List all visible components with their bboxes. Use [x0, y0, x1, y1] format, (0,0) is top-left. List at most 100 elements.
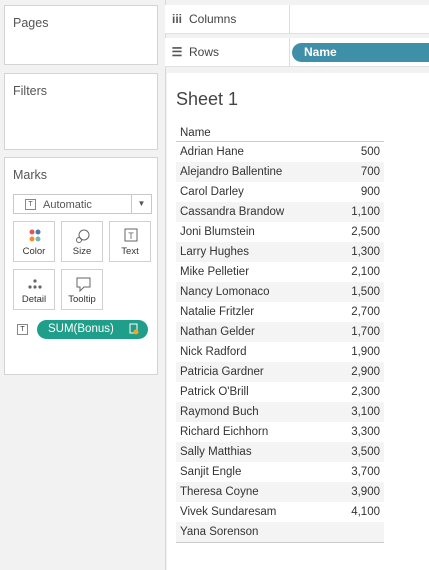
row-name: Mike Pelletier [180, 266, 250, 278]
columns-icon: iii [171, 12, 182, 26]
table-row[interactable]: Richard Eichhorn 3,300 [176, 422, 384, 442]
row-value: 700 [320, 162, 384, 182]
table-body: Adrian Hane 500 Alejandro Ballentine 700 Car… [176, 142, 384, 543]
rows-shelf-label: ☰ Rows [171, 38, 290, 66]
table-row[interactable]: Nathan Gelder 1,700 [176, 322, 384, 342]
table-row[interactable]: Cassandra Brandow 1,100 [176, 202, 384, 222]
table-row[interactable]: Adrian Hane 500 [176, 142, 384, 163]
text-button[interactable]: T Text [109, 221, 151, 262]
detail-label: Detail [21, 294, 47, 305]
table-row[interactable]: Theresa Coyne 3,900 [176, 482, 384, 502]
size-label: Size [72, 246, 92, 257]
rows-icon: ☰ [171, 45, 183, 59]
row-value: 2,900 [320, 362, 384, 382]
tooltip-label: Tooltip [68, 294, 96, 305]
rows-shelf[interactable]: ☰ Rows Name [165, 38, 429, 67]
table-row[interactable]: Joni Blumstein 2,500 [176, 222, 384, 242]
columns-shelf[interactable]: iii Columns [165, 5, 429, 34]
row-value: 1,700 [320, 322, 384, 342]
row-name: Larry Hughes [176, 242, 320, 262]
text-mark-icon: T [25, 199, 36, 210]
columns-shelf-label: iii Columns [171, 5, 290, 33]
row-name: Theresa Coyne [176, 482, 320, 502]
marks-card: Marks T Automatic ▼ Color Size T Text De… [4, 157, 158, 375]
row-name: Richard Eichhorn [180, 426, 269, 438]
row-value [320, 522, 384, 543]
row-value: 2,100 [351, 266, 380, 278]
marks-title: Marks [13, 168, 48, 182]
row-name: Raymond Buch [176, 402, 320, 422]
filters-title: Filters [13, 84, 48, 98]
color-icon [29, 229, 41, 242]
row-value: 3,700 [351, 466, 380, 478]
table-row[interactable]: Larry Hughes 1,300 [176, 242, 384, 262]
row-name: Patrick O'Brill [180, 386, 249, 398]
row-name: Sally Matthias [176, 442, 320, 462]
row-value: 3,300 [351, 426, 380, 438]
svg-text:T: T [128, 231, 134, 241]
table-row[interactable]: Mike Pelletier 2,100 [176, 262, 384, 282]
table-row[interactable]: Raymond Buch 3,100 [176, 402, 384, 422]
table-row[interactable]: Vivek Sundaresam 4,100 [176, 502, 384, 522]
row-name: Natalie Fritzler [180, 306, 255, 318]
size-icon [76, 229, 90, 243]
row-name: Nancy Lomonaco [176, 282, 320, 302]
sum-bonus-pill[interactable]: SUM(Bonus) [37, 320, 148, 339]
detail-button[interactable]: Detail [13, 269, 55, 310]
row-name: Nathan Gelder [176, 322, 320, 342]
row-name: Carol Darley [180, 186, 244, 198]
mark-type-label: Automatic [43, 199, 92, 211]
tooltip-icon [76, 277, 91, 292]
table-row[interactable]: Nancy Lomonaco 1,500 [176, 282, 384, 302]
sheet-title: Sheet 1 [176, 89, 239, 109]
name-pill-label: Name [304, 45, 337, 59]
row-value: 4,100 [351, 506, 380, 518]
row-name: Joni Blumstein [180, 226, 255, 238]
color-button[interactable]: Color [13, 221, 55, 262]
row-name: Sanjit Engle [180, 466, 242, 478]
row-value: 3,900 [320, 482, 384, 502]
text-label: Text [121, 246, 139, 257]
row-value: 3,100 [320, 402, 384, 422]
row-name: Patricia Gardner [176, 362, 320, 382]
pages-title: Pages [13, 16, 49, 30]
tooltip-button[interactable]: Tooltip [61, 269, 103, 310]
filters-card[interactable]: Filters [4, 73, 158, 150]
sum-bonus-label: SUM(Bonus) [48, 323, 114, 335]
worksheet-canvas: Sheet 1 Name Adrian Hane 500 Alejandro Bal… [167, 73, 429, 570]
text-table: Name Adrian Hane 500 Alejandro Ballentine 7… [176, 125, 384, 543]
mark-type-dropdown[interactable]: T Automatic ▼ [13, 194, 152, 214]
table-row[interactable]: Sanjit Engle 3,700 [176, 462, 384, 482]
table-row[interactable]: Alejandro Ballentine 700 [176, 162, 384, 182]
row-value: 900 [360, 186, 380, 198]
rows-label: Rows [189, 45, 220, 59]
row-name: Adrian Hane [180, 146, 244, 158]
table-row[interactable]: Natalie Fritzler 2,700 [176, 302, 384, 322]
table-row[interactable]: Yana Sorenson [176, 522, 384, 543]
row-value: 1,900 [351, 346, 380, 358]
text-encoding-icon: T [17, 324, 28, 335]
columns-label: Columns [189, 12, 237, 26]
table-row[interactable]: Carol Darley 900 [176, 182, 384, 202]
row-value: 1,100 [320, 202, 384, 222]
row-name: Nick Radford [180, 346, 247, 358]
table-row[interactable]: Sally Matthias 3,500 [176, 442, 384, 462]
warning-icon [129, 323, 139, 335]
text-icon: T [124, 228, 138, 242]
row-value: 2,700 [351, 306, 380, 318]
pages-card[interactable]: Pages [4, 5, 158, 65]
table-row[interactable]: Patricia Gardner 2,900 [176, 362, 384, 382]
table-row[interactable]: Nick Radford 1,900 [176, 342, 384, 362]
detail-icon [28, 279, 42, 289]
row-name: Vivek Sundaresam [180, 506, 277, 518]
size-button[interactable]: Size [61, 221, 103, 262]
row-value: 2,500 [351, 226, 380, 238]
row-value: 1,500 [320, 282, 384, 302]
name-column-header[interactable]: Name [176, 125, 384, 142]
name-pill[interactable]: Name [292, 43, 429, 62]
table-row[interactable]: Patrick O'Brill 2,300 [176, 382, 384, 402]
chevron-down-icon[interactable]: ▼ [131, 195, 151, 213]
row-value: 500 [360, 146, 380, 158]
row-name: Cassandra Brandow [176, 202, 320, 222]
row-name: Alejandro Ballentine [176, 162, 320, 182]
